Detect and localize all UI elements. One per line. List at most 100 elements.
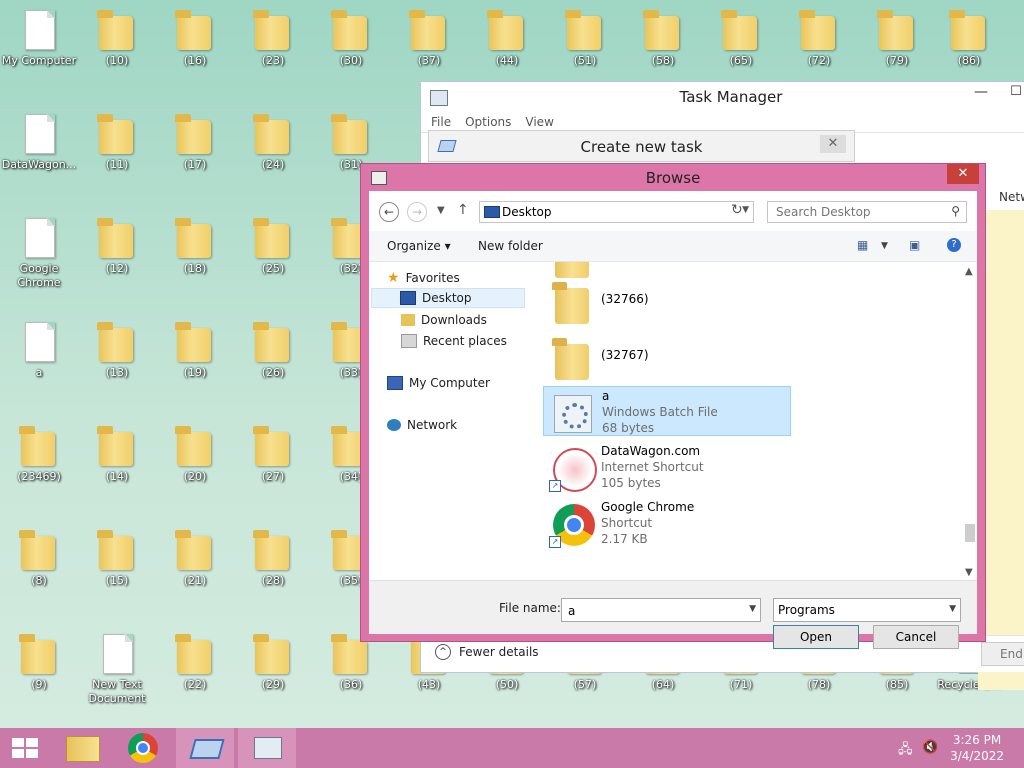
list-item[interactable]: ↗ Google Chrome Shortcut 2.17 KB — [543, 498, 791, 548]
taskbar-file-explorer[interactable] — [52, 728, 110, 768]
vertical-scrollbar[interactable]: ▲ ▼ — [963, 262, 977, 580]
nav-network[interactable]: Network — [387, 415, 457, 435]
desktop-icon-folder[interactable]: (24) — [234, 104, 312, 172]
desktop-icon-folder[interactable]: (11) — [78, 104, 156, 172]
cancel-button[interactable]: Cancel — [873, 625, 959, 649]
nav-desktop[interactable]: Desktop — [371, 288, 525, 308]
back-arrow-icon[interactable]: ← — [379, 202, 399, 222]
desktop-icon-folder[interactable]: (23469) — [0, 416, 78, 484]
network-tray-icon[interactable]: 🖧 — [898, 740, 913, 762]
browse-titlebar[interactable]: Browse ✕ — [361, 164, 985, 191]
refresh-icon[interactable]: ↻ — [731, 202, 743, 218]
desktop-icon-folder[interactable]: (31) — [312, 104, 390, 172]
new-folder-button[interactable]: New folder — [478, 239, 543, 253]
organize-button[interactable]: Organize ▾ — [387, 239, 451, 253]
recent-locations-chevron-icon[interactable]: ▼ — [437, 205, 445, 216]
end-task-button[interactable]: End t — [981, 642, 1024, 666]
desktop-icon-folder[interactable]: (51) — [546, 0, 624, 68]
start-button[interactable] — [0, 728, 58, 768]
desktop-icon-label: (58) — [651, 54, 675, 67]
scroll-up-icon[interactable]: ▲ — [965, 266, 973, 277]
maximize-button[interactable]: ☐ — [1001, 84, 1024, 106]
file-name-combobox[interactable]: ▼ — [561, 598, 761, 622]
chevron-down-icon[interactable]: ▼ — [881, 241, 888, 251]
desktop-icon-folder[interactable]: (37) — [390, 0, 468, 68]
desktop-icon-folder[interactable]: (72) — [780, 0, 858, 68]
desktop-icon-folder[interactable]: (14) — [78, 416, 156, 484]
create-new-task-title: Create new task — [580, 138, 703, 156]
volume-muted-icon[interactable]: 🔇 — [922, 740, 938, 755]
forward-arrow-icon[interactable]: → — [407, 202, 427, 222]
list-item[interactable]: ↗ DataWagon.com Internet Shortcut 105 by… — [543, 442, 791, 492]
view-options-icon[interactable]: ▦ — [857, 238, 868, 252]
desktop-icon-folder[interactable]: (28) — [234, 520, 312, 588]
desktop-icon-file[interactable]: My Computer — [0, 0, 78, 68]
desktop-icon-file[interactable]: DataWagon... — [0, 104, 78, 172]
desktop-icon-folder[interactable]: (18) — [156, 208, 234, 276]
desktop-icon-folder[interactable]: (27) — [234, 416, 312, 484]
scroll-down-icon[interactable]: ▼ — [965, 567, 973, 578]
preview-pane-icon[interactable]: ▣ — [909, 238, 920, 252]
desktop-icon-file[interactable]: Google Chrome — [0, 208, 78, 290]
desktop-icon-folder[interactable]: (26) — [234, 312, 312, 380]
desktop-icon-folder[interactable]: (79) — [858, 0, 936, 68]
desktop-icon-folder[interactable]: (23) — [234, 0, 312, 68]
nav-favorites[interactable]: ★ Favorites — [387, 268, 460, 288]
desktop-icon-folder[interactable]: (12) — [78, 208, 156, 276]
desktop-icon-file[interactable]: New Text Document — [78, 624, 156, 706]
file-name-input[interactable] — [566, 601, 740, 621]
menu-view[interactable]: View — [525, 115, 553, 129]
desktop-icon-folder[interactable]: (20) — [156, 416, 234, 484]
chevron-down-icon[interactable]: ▼ — [742, 205, 749, 215]
search-box[interactable]: ⚲ — [767, 201, 967, 223]
desktop-icon-folder[interactable]: (15) — [78, 520, 156, 588]
search-input[interactable] — [774, 202, 938, 222]
desktop-icon-folder[interactable]: (8) — [0, 520, 78, 588]
file-type-select[interactable]: Programs ▼ — [773, 598, 961, 622]
chevron-down-icon[interactable]: ▼ — [749, 604, 756, 614]
list-item[interactable]: (32766) — [543, 274, 791, 324]
list-item-selected[interactable]: a Windows Batch File 68 bytes — [543, 386, 791, 436]
task-manager-titlebar[interactable]: Task Manager — ☐ — [421, 82, 1024, 112]
nav-downloads[interactable]: Downloads — [401, 310, 487, 330]
create-new-task-dialog[interactable]: Create new task ✕ — [428, 130, 855, 162]
desktop-icon-folder[interactable]: (58) — [624, 0, 702, 68]
taskbar-run[interactable] — [176, 728, 234, 768]
desktop-icon-folder[interactable]: (65) — [702, 0, 780, 68]
clock[interactable]: 3:26 PM 3/4/2022 — [950, 732, 1004, 764]
close-button[interactable]: ✕ — [947, 164, 979, 184]
nav-my-computer[interactable]: My Computer — [387, 373, 490, 393]
chrome-center-shape — [564, 515, 584, 535]
close-button[interactable]: ✕ — [820, 135, 846, 153]
nav-recent-places[interactable]: Recent places — [401, 331, 507, 351]
network-column-header[interactable]: Netw — [999, 190, 1024, 204]
desktop-icon-folder[interactable]: (22) — [156, 624, 234, 692]
desktop-icon-folder[interactable]: (9) — [0, 624, 78, 692]
menu-file[interactable]: File — [431, 115, 451, 129]
browse-dialog[interactable]: Browse ✕ ← → ▼ ↑ Desktop ▼ ↻ ⚲ Organize … — [360, 163, 986, 649]
menu-options[interactable]: Options — [465, 115, 511, 129]
list-item[interactable]: (32767) — [543, 330, 791, 380]
desktop-icon-folder[interactable]: (21) — [156, 520, 234, 588]
minimize-button[interactable]: — — [966, 84, 996, 106]
desktop-icon-folder[interactable]: (86) — [930, 0, 1008, 68]
desktop-icon-folder[interactable]: (10) — [78, 0, 156, 68]
address-bar[interactable]: Desktop ▼ — [479, 201, 754, 223]
taskbar-chrome[interactable] — [114, 728, 172, 768]
taskbar-task-manager[interactable] — [238, 728, 296, 768]
desktop-icon-folder[interactable]: (25) — [234, 208, 312, 276]
scroll-thumb[interactable] — [965, 524, 975, 542]
desktop-icon-folder[interactable]: (29) — [234, 624, 312, 692]
desktop-icon-folder[interactable]: (44) — [468, 0, 546, 68]
up-arrow-icon[interactable]: ↑ — [457, 202, 469, 218]
desktop-icon-folder[interactable]: (17) — [156, 104, 234, 172]
desktop-icon-folder[interactable]: (19) — [156, 312, 234, 380]
desktop-icon-folder[interactable]: (30) — [312, 0, 390, 68]
desktop-icon-folder[interactable]: (16) — [156, 0, 234, 68]
chevron-down-icon[interactable]: ▼ — [949, 604, 956, 614]
fewer-details-button[interactable]: ^ Fewer details — [435, 644, 539, 660]
desktop-icon-file[interactable]: a — [0, 312, 78, 380]
desktop-icon-folder[interactable]: (13) — [78, 312, 156, 380]
open-button[interactable]: Open — [773, 625, 859, 649]
help-icon[interactable]: ? — [947, 238, 961, 252]
